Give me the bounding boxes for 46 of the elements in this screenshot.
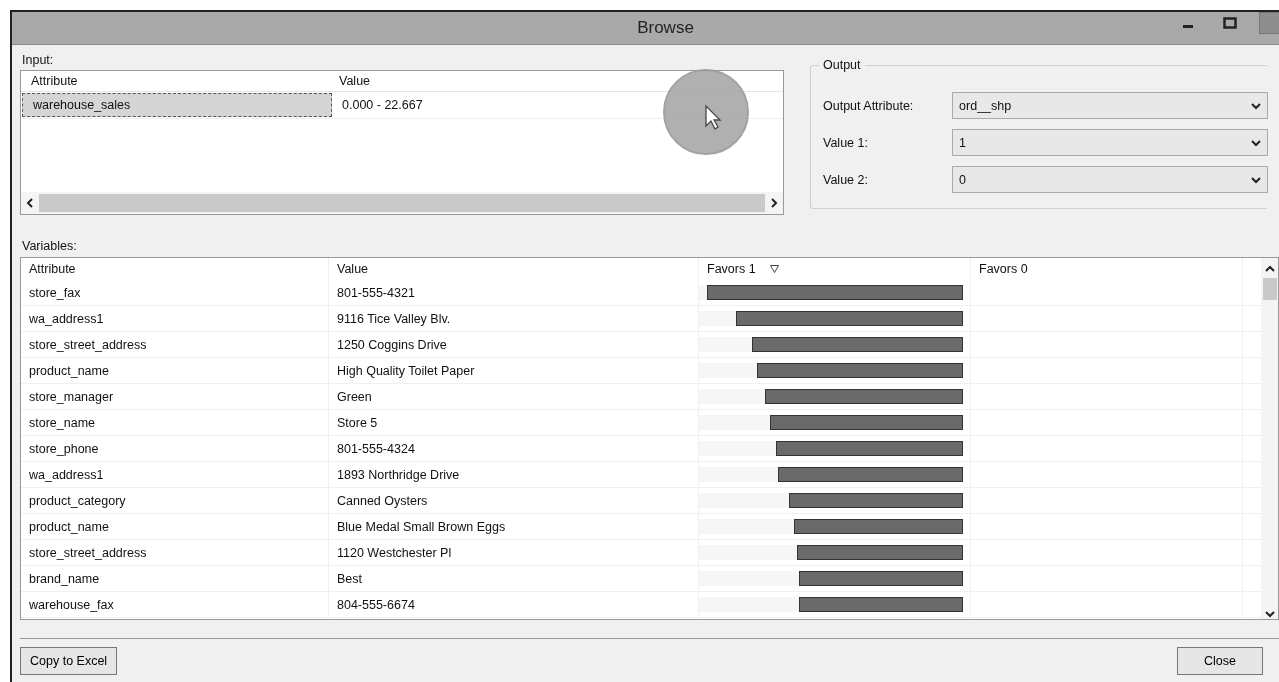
variables-label: Variables:: [21, 239, 78, 253]
dropdown[interactable]: 1: [952, 129, 1268, 156]
table-cell: store_street_address: [21, 540, 329, 565]
scrollbar-thumb[interactable]: [1262, 278, 1277, 300]
minimize-icon: [1183, 24, 1193, 28]
close-button[interactable]: Close: [1177, 647, 1263, 675]
vertical-scrollbar[interactable]: [1261, 258, 1278, 619]
table-cell: product_name: [21, 358, 329, 383]
scrollbar-thumb[interactable]: [39, 194, 765, 212]
field-label: Output Attribute:: [823, 98, 915, 113]
scroll-right-icon[interactable]: [769, 197, 779, 209]
table-cell: product_name: [21, 514, 329, 539]
table-cell[interactable]: warehouse_sales: [22, 93, 332, 117]
table-cell: store_phone: [21, 436, 329, 461]
chevron-down-icon: [1251, 101, 1261, 110]
column-header[interactable]: Attribute: [21, 74, 329, 88]
table-cell-text: 0.000 - 22.667: [341, 98, 423, 112]
column-header[interactable]: Attribute: [21, 258, 329, 280]
column-header[interactable]: Value: [329, 258, 699, 280]
table-cell: wa_address1: [21, 462, 329, 487]
horizontal-scrollbar[interactable]: [21, 192, 783, 214]
window-title: Browse: [637, 18, 694, 38]
column-header[interactable]: Favors 0: [971, 258, 1243, 280]
column-header[interactable]: Value: [329, 74, 371, 88]
scroll-down-icon[interactable]: [1263, 609, 1276, 619]
column-header[interactable]: Favors 1: [699, 258, 971, 280]
dropdown[interactable]: 0: [952, 166, 1268, 193]
table-cell: store_fax: [21, 280, 329, 305]
table-cell: store_street_address: [21, 332, 329, 357]
chevron-down-icon: [1251, 175, 1261, 184]
field-label: Value 2:: [823, 172, 869, 187]
chevron-down-icon: [1251, 138, 1261, 147]
scroll-left-icon[interactable]: [25, 197, 35, 209]
copy-button[interactable]: Copy to Excel: [20, 647, 118, 675]
table-cell: wa_address1: [21, 306, 329, 331]
table-cell: warehouse_fax: [21, 592, 329, 617]
table-cell: brand_name: [21, 566, 329, 591]
dropdown[interactable]: ord__shp: [952, 92, 1268, 119]
field-label: Value 1:: [823, 135, 869, 150]
table-cell: product_category: [21, 488, 329, 513]
table-cell: store_manager: [21, 384, 329, 409]
scroll-up-icon[interactable]: [1263, 264, 1276, 274]
maximize-icon: [1223, 17, 1237, 29]
group-title: Output: [819, 58, 865, 72]
table-cell: store_name: [21, 410, 329, 435]
input-label: Input:: [21, 53, 55, 67]
